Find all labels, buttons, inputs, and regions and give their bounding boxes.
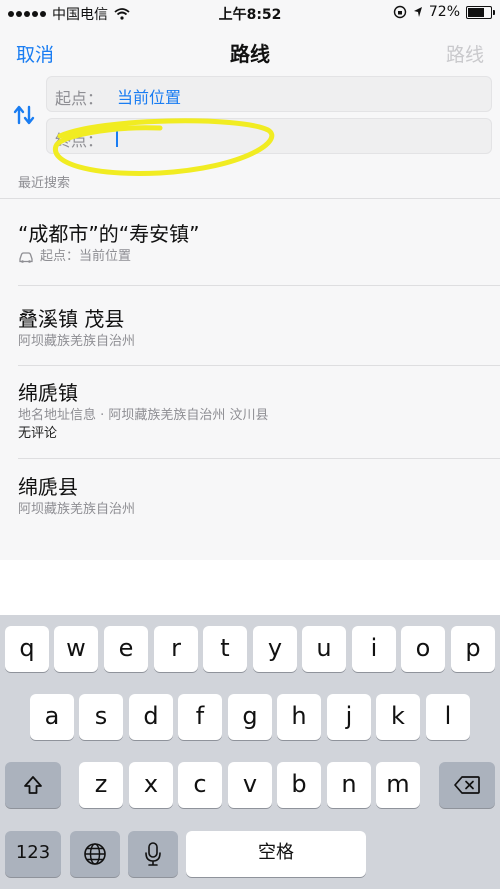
key-p[interactable]: p (451, 626, 495, 672)
start-label: 起点： (55, 89, 104, 108)
battery-icon (466, 5, 495, 19)
page-title: 路线 (230, 42, 270, 66)
key-u[interactable]: u (302, 626, 346, 672)
microphone-key[interactable] (128, 831, 178, 877)
recent-item-title: 绵虒镇 (18, 381, 78, 405)
status-bar: 中国电信 上午8:52 72% (0, 0, 500, 26)
globe-key[interactable] (70, 831, 120, 877)
key-g[interactable]: g (228, 694, 272, 740)
key-q[interactable]: q (5, 626, 49, 672)
key-y[interactable]: y (253, 626, 297, 672)
recent-searches-header: 最近搜索 (18, 176, 71, 191)
key-n[interactable]: n (327, 762, 371, 808)
space-key[interactable]: 空格 (186, 831, 366, 877)
review-count: 无评论 (18, 426, 58, 441)
battery-percent: 72% (428, 4, 460, 20)
key-m[interactable]: m (376, 762, 420, 808)
key-v[interactable]: v (228, 762, 272, 808)
key-s[interactable]: s (79, 694, 123, 740)
recent-item-subtitle: 起点：当前位置 (40, 249, 132, 264)
backspace-icon (454, 776, 480, 794)
location-arrow-icon (413, 7, 422, 17)
recent-item-title: 叠溪镇 茂县 (18, 307, 125, 331)
shift-icon (24, 776, 42, 794)
key-l[interactable]: l (426, 694, 470, 740)
recent-item[interactable]: 绵虒镇 地名地址信息 · 阿坝藏族羌族自治州 汶川县 无评论 (18, 379, 488, 443)
swap-icon[interactable] (12, 103, 36, 127)
divider (18, 285, 500, 286)
delete-key[interactable] (439, 762, 495, 808)
route-button[interactable]: 路线 (446, 40, 484, 67)
start-field[interactable]: 起点： 当前位置 (46, 76, 492, 112)
numbers-key[interactable]: 123 (5, 831, 61, 877)
divider (0, 198, 500, 199)
recent-item[interactable]: 叠溪镇 茂县 阿坝藏族羌族自治州 (18, 305, 488, 351)
globe-icon (84, 843, 106, 865)
key-h[interactable]: h (277, 694, 321, 740)
recent-item-subtitle: 阿坝藏族羌族自治州 (18, 334, 136, 349)
key-c[interactable]: c (178, 762, 222, 808)
key-w[interactable]: w (54, 626, 98, 672)
key-d[interactable]: d (129, 694, 173, 740)
key-i[interactable]: i (352, 626, 396, 672)
key-r[interactable]: r (154, 626, 198, 672)
recent-item-subtitle: 阿坝藏族羌族自治州 (18, 502, 136, 517)
key-o[interactable]: o (401, 626, 445, 672)
key-f[interactable]: f (178, 694, 222, 740)
empty-area (0, 560, 500, 615)
divider (18, 365, 500, 366)
navigation-bar: 取消 路线 路线 (0, 26, 500, 78)
key-j[interactable]: j (327, 694, 371, 740)
key-z[interactable]: z (79, 762, 123, 808)
start-value: 当前位置 (117, 88, 182, 107)
divider (18, 458, 500, 459)
shift-key[interactable] (5, 762, 61, 808)
recent-item-title: 绵虒县 (18, 475, 78, 499)
recent-item-subtitle: 地名地址信息 · 阿坝藏族羌族自治州 汶川县 (18, 408, 269, 423)
microphone-icon (145, 842, 161, 866)
rotation-lock-icon (393, 5, 407, 19)
end-field[interactable]: 终点： (46, 118, 492, 154)
key-x[interactable]: x (129, 762, 173, 808)
key-t[interactable]: t (203, 626, 247, 672)
recent-item-title: “成都市”的“寿安镇” (18, 222, 200, 246)
key-e[interactable]: e (104, 626, 148, 672)
recent-item[interactable]: 绵虒县 阿坝藏族羌族自治州 (18, 473, 488, 519)
text-cursor (116, 128, 118, 147)
keyboard: q w e r t y u i o p a s d f g h j k l z … (0, 615, 500, 889)
recent-item[interactable]: “成都市”的“寿安镇” 起点：当前位置 (18, 220, 488, 266)
key-k[interactable]: k (376, 694, 420, 740)
key-b[interactable]: b (277, 762, 321, 808)
key-a[interactable]: a (30, 694, 74, 740)
car-icon (19, 251, 33, 263)
end-label: 终点： (55, 131, 104, 150)
